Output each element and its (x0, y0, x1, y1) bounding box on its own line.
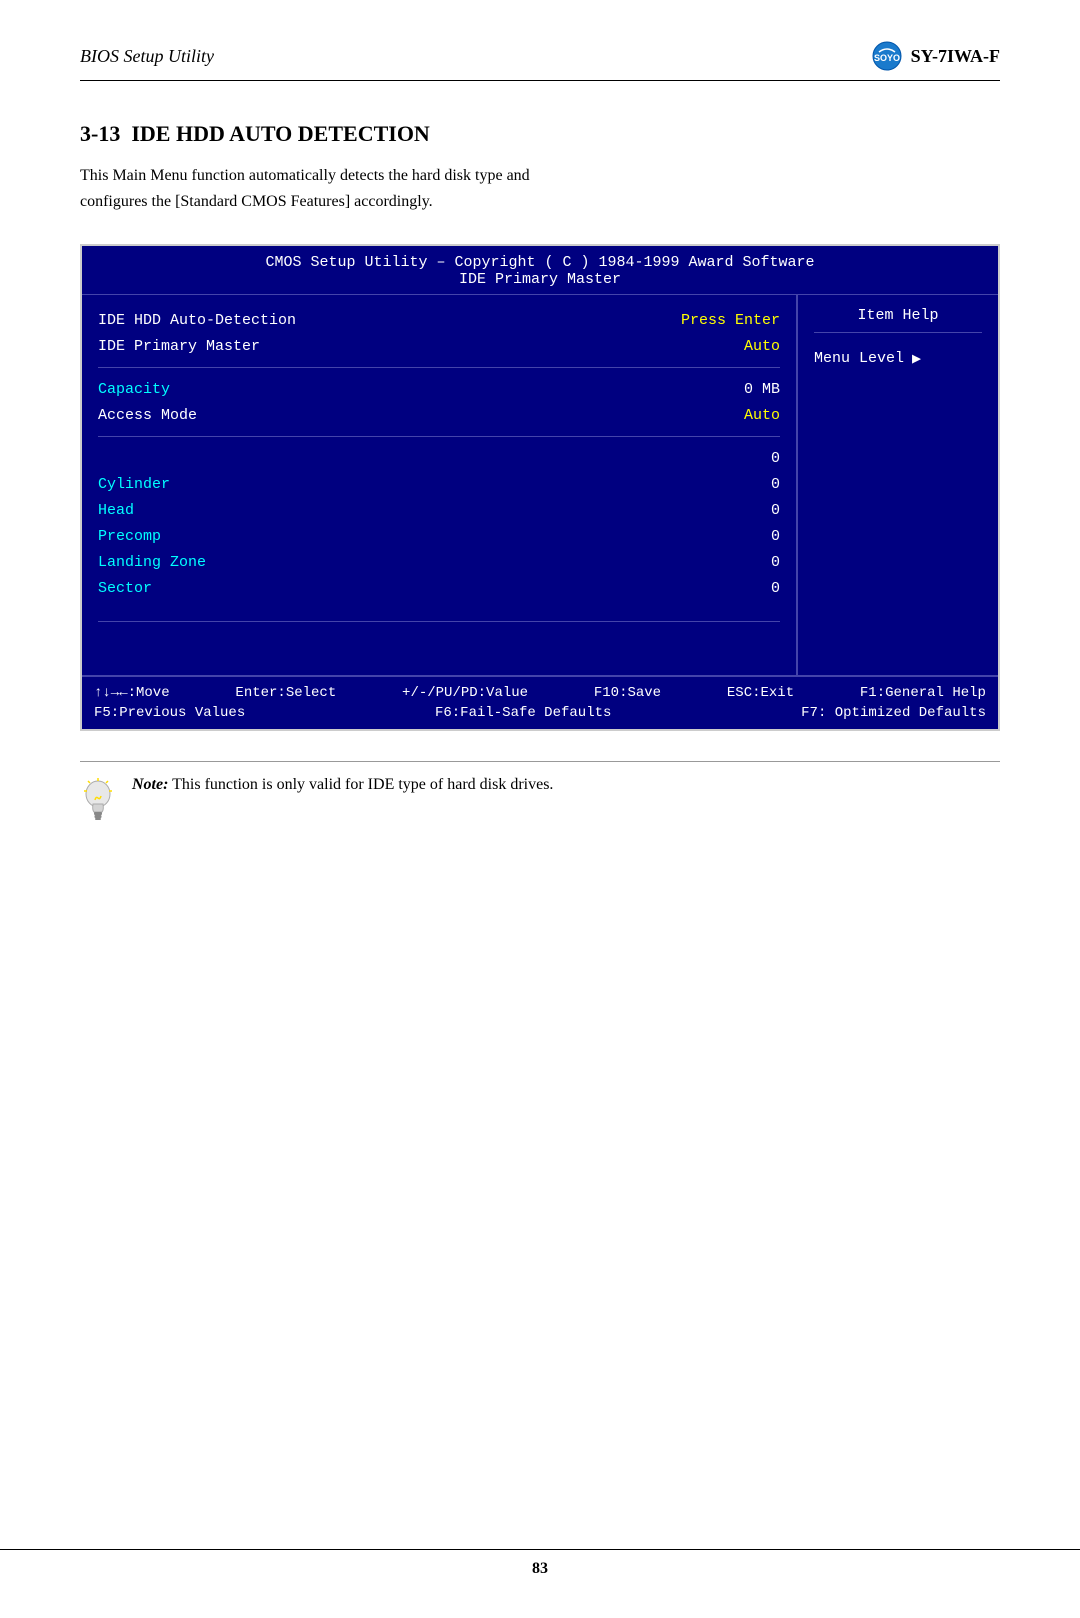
section-description: This Main Menu function automatically de… (80, 163, 1000, 214)
header-product: SY-7IWA-F (911, 46, 1000, 67)
bios-row-landing-zone: Landing Zone 0 (98, 549, 780, 575)
bios-body: IDE HDD Auto-Detection Press Enter IDE P… (82, 295, 998, 675)
bios-divider-1 (98, 367, 780, 368)
section-desc-line2: configures the [Standard CMOS Features] … (80, 193, 433, 210)
bios-screen: CMOS Setup Utility – Copyright ( C ) 198… (80, 244, 1000, 731)
bios-row-capacity: Capacity 0 MB (98, 376, 780, 402)
label-landing-zone: Landing Zone (98, 554, 278, 571)
label-capacity: Capacity (98, 381, 278, 398)
nav-move: ↑↓→←:Move (94, 685, 170, 701)
bios-row-cylinder: Cylinder 0 (98, 471, 780, 497)
nav-select: Enter:Select (235, 685, 336, 701)
value-cylinder: 0 (660, 476, 780, 493)
menu-level: Menu Level ▶ (814, 349, 982, 368)
soyo-logo-icon: SOYO (871, 40, 903, 72)
menu-level-label: Menu Level (814, 350, 904, 367)
note-bold: Note: (132, 776, 168, 793)
note-text: Note: This function is only valid for ID… (132, 772, 553, 798)
bios-row-sector: Sector 0 (98, 575, 780, 601)
bios-row-ide-primary: IDE Primary Master Auto (98, 333, 780, 359)
bios-row-access-mode: Access Mode Auto (98, 402, 780, 428)
label-precomp: Precomp (98, 528, 278, 545)
bios-nav-row1: ↑↓→←:Move Enter:Select +/-/PU/PD:Value F… (94, 683, 986, 703)
bios-main: IDE HDD Auto-Detection Press Enter IDE P… (82, 295, 798, 675)
bios-title-line2: IDE Primary Master (92, 271, 988, 288)
bios-sidebar: Item Help Menu Level ▶ (798, 295, 998, 675)
bios-row-precomp: Precomp 0 (98, 523, 780, 549)
section-heading: 3-13 IDE HDD AUTO DETECTION (80, 121, 1000, 147)
section-number: 3-13 (80, 121, 120, 146)
value-head: 0 (660, 502, 780, 519)
bios-row-head: Head 0 (98, 497, 780, 523)
nav-prev-values: F5:Previous Values (94, 705, 245, 721)
bios-title-bar: CMOS Setup Utility – Copyright ( C ) 198… (82, 246, 998, 295)
menu-level-arrow: ▶ (912, 349, 921, 368)
nav-save: F10:Save (594, 685, 661, 701)
item-help-title: Item Help (814, 307, 982, 333)
label-ide-primary: IDE Primary Master (98, 338, 278, 355)
bios-nav-row2: F5:Previous Values F6:Fail-Safe Defaults… (94, 703, 986, 723)
note-section: Note: This function is only valid for ID… (80, 761, 1000, 826)
bios-title-line1: CMOS Setup Utility – Copyright ( C ) 198… (92, 254, 988, 271)
nav-exit: ESC:Exit (727, 685, 794, 701)
value-precomp: 0 (660, 528, 780, 545)
value-ide-primary: Auto (660, 338, 780, 355)
value-landing-zone: 0 (660, 554, 780, 571)
bios-row-ide-hdd: IDE HDD Auto-Detection Press Enter (98, 307, 780, 333)
page-header: BIOS Setup Utility SOYO SY-7IWA-F (80, 40, 1000, 81)
label-access-mode: Access Mode (98, 407, 278, 424)
label-head: Head (98, 502, 278, 519)
label-sector: Sector (98, 580, 278, 597)
value-blank: 0 (660, 450, 780, 467)
bios-row-blank: 0 (98, 445, 780, 471)
note-body: This function is only valid for IDE type… (168, 776, 553, 793)
section-desc-line1: This Main Menu function automatically de… (80, 167, 530, 184)
lightbulb-icon (80, 776, 116, 826)
page-footer: 83 (0, 1549, 1080, 1578)
bios-nav: ↑↓→←:Move Enter:Select +/-/PU/PD:Value F… (82, 675, 998, 729)
label-ide-hdd: IDE HDD Auto-Detection (98, 312, 296, 329)
value-ide-hdd: Press Enter (660, 312, 780, 329)
nav-failsafe: F6:Fail-Safe Defaults (435, 705, 611, 721)
value-sector: 0 (660, 580, 780, 597)
svg-text:SOYO: SOYO (874, 53, 900, 63)
section-title: IDE HDD AUTO DETECTION (131, 121, 430, 146)
page-container: BIOS Setup Utility SOYO SY-7IWA-F 3-13 I… (0, 0, 1080, 1618)
bios-divider-2 (98, 436, 780, 437)
nav-optimized: F7: Optimized Defaults (801, 705, 986, 721)
header-title: BIOS Setup Utility (80, 46, 214, 67)
value-access-mode: Auto (660, 407, 780, 424)
nav-help: F1:General Help (860, 685, 986, 701)
label-cylinder: Cylinder (98, 476, 278, 493)
value-capacity: 0 MB (660, 381, 780, 398)
header-logo-area: SOYO SY-7IWA-F (871, 40, 1000, 72)
page-number: 83 (532, 1560, 548, 1577)
nav-value: +/-/PU/PD:Value (402, 685, 528, 701)
